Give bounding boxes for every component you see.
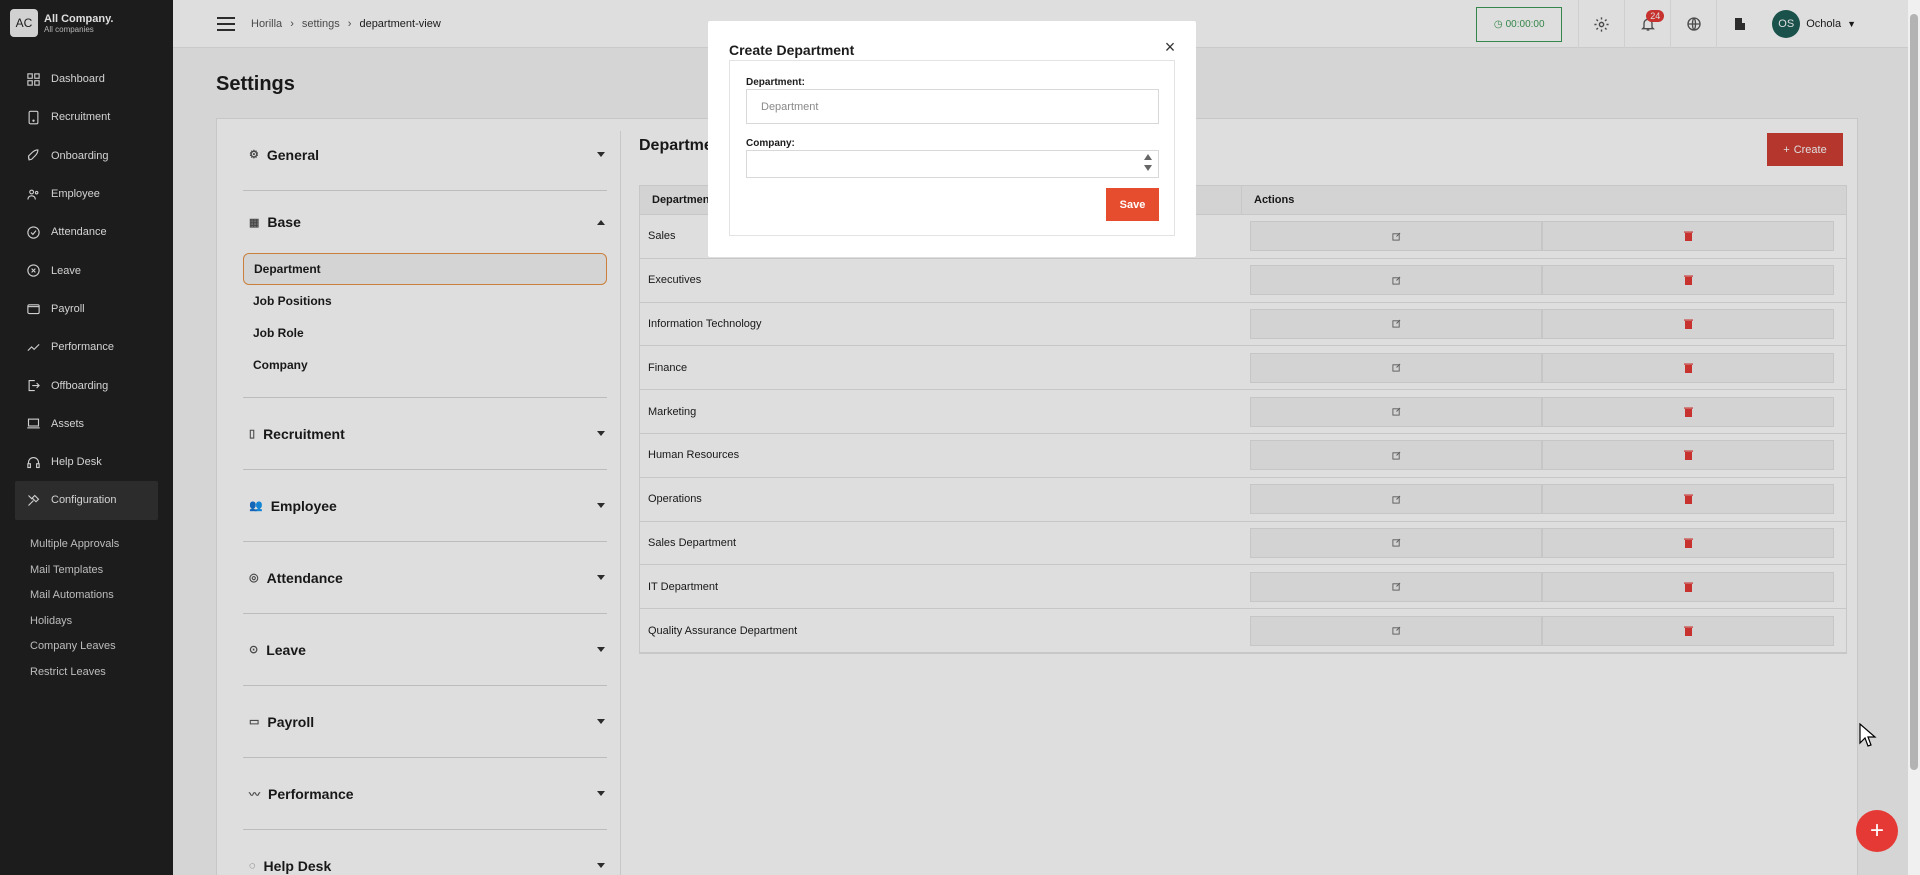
close-icon[interactable]: × (1162, 38, 1178, 56)
scrollbar-thumb[interactable] (1910, 14, 1918, 770)
mouse-cursor-icon (1859, 723, 1877, 747)
plus-icon: + (1869, 817, 1884, 844)
select-arrows-icon (1144, 154, 1152, 171)
department-input[interactable] (746, 89, 1159, 124)
create-department-modal: Create Department × Department: Company:… (708, 21, 1196, 257)
department-form: Department: Company: Save (729, 60, 1175, 236)
company-select[interactable] (746, 150, 1159, 178)
modal-title: Create Department (729, 42, 855, 58)
department-field-label: Department: (746, 77, 805, 88)
page-scrollbar[interactable] (1908, 0, 1920, 875)
floating-add-button[interactable]: + (1856, 810, 1898, 852)
company-field-label: Company: (746, 138, 795, 149)
save-button[interactable]: Save (1106, 188, 1159, 221)
